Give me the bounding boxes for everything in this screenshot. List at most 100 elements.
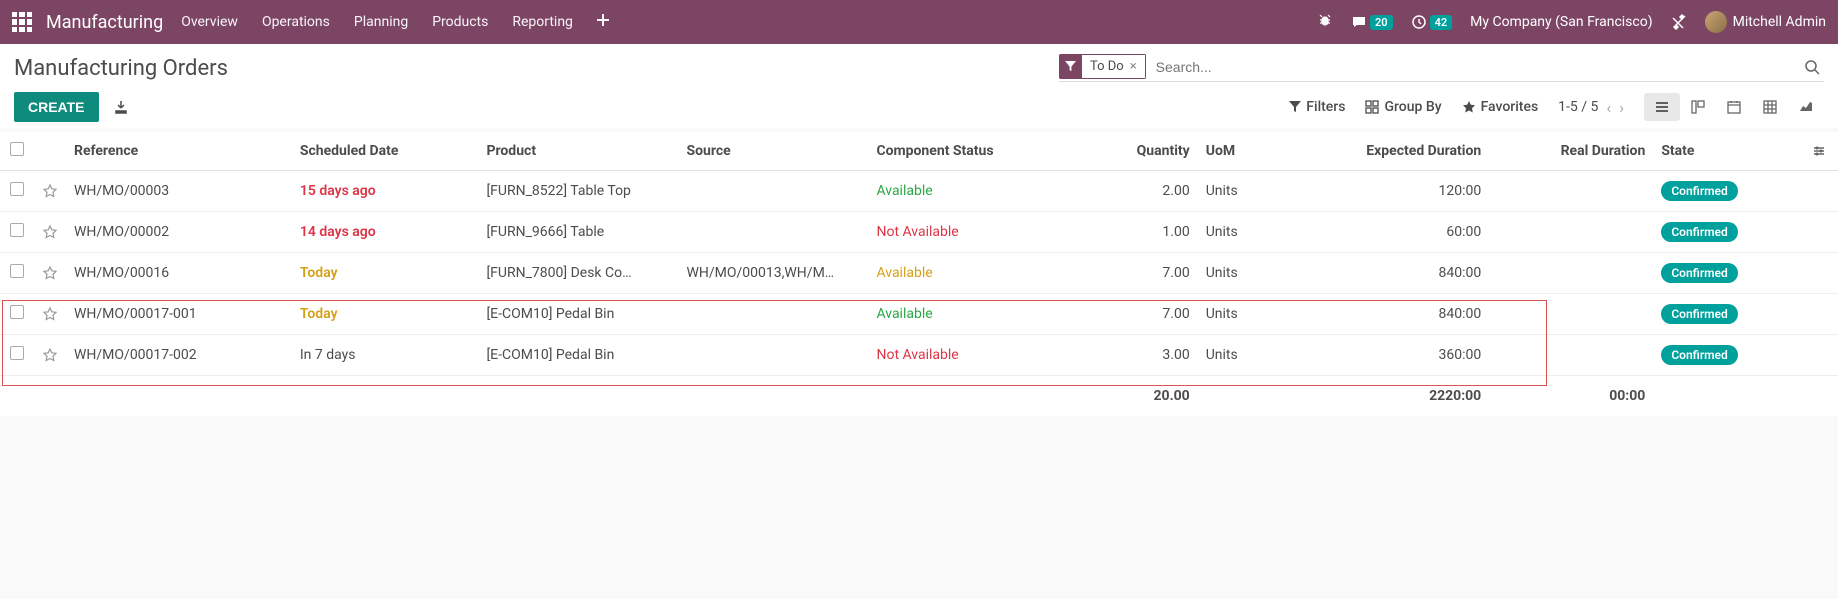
import-button[interactable] [113, 99, 129, 115]
cell-reference: WH/MO/00017-001 [66, 294, 292, 335]
activities-icon[interactable]: 42 [1411, 14, 1453, 30]
cell-qty: 2.00 [1085, 171, 1198, 212]
create-button[interactable]: CREATE [14, 92, 99, 122]
apps-menu-icon[interactable] [12, 12, 32, 32]
star-icon[interactable] [34, 335, 66, 376]
col-uom[interactable]: UoM [1198, 132, 1276, 171]
cell-expected: 360:00 [1276, 335, 1489, 376]
star-icon[interactable] [34, 253, 66, 294]
nav-menu-planning[interactable]: Planning [354, 14, 408, 30]
cell-uom: Units [1198, 171, 1276, 212]
cell-qty: 3.00 [1085, 335, 1198, 376]
page-title: Manufacturing Orders [14, 56, 228, 81]
col-state[interactable]: State [1653, 132, 1804, 171]
messages-icon[interactable]: 20 [1351, 14, 1393, 30]
pager-prev[interactable]: ‹ [1606, 98, 1611, 117]
list-view: Reference Scheduled Date Product Source … [0, 132, 1838, 416]
messages-badge: 20 [1370, 15, 1393, 30]
pager-range: 1-5 [1558, 99, 1578, 115]
table-row[interactable]: WH/MO/00002 14 days ago [FURN_9666] Tabl… [0, 212, 1838, 253]
nav-menu-overview[interactable]: Overview [181, 14, 238, 30]
row-checkbox[interactable] [10, 346, 24, 360]
star-icon[interactable] [34, 171, 66, 212]
col-quantity[interactable]: Quantity [1085, 132, 1198, 171]
view-switcher [1644, 93, 1824, 121]
table-row[interactable]: WH/MO/00017-002 In 7 days [E-COM10] Peda… [0, 335, 1838, 376]
cell-product: [FURN_8522] Table Top [478, 171, 678, 212]
view-graph-icon[interactable] [1788, 93, 1824, 121]
col-expected[interactable]: Expected Duration [1276, 132, 1489, 171]
cell-uom: Units [1198, 212, 1276, 253]
col-real[interactable]: Real Duration [1489, 132, 1653, 171]
total-real: 00:00 [1489, 376, 1653, 417]
nav-menu-add[interactable] [597, 14, 609, 30]
col-reference[interactable]: Reference [66, 132, 292, 171]
cell-source: WH/MO/00013,WH/M… [678, 253, 868, 294]
row-checkbox[interactable] [10, 223, 24, 237]
filter-icon [1059, 57, 1082, 76]
cell-product: [E-COM10] Pedal Bin [478, 335, 678, 376]
row-checkbox[interactable] [10, 182, 24, 196]
search-bar[interactable]: To Do × [1059, 54, 1824, 82]
view-calendar-icon[interactable] [1716, 93, 1752, 121]
cell-component-status: Available [868, 171, 1085, 212]
cell-real [1489, 335, 1653, 376]
cell-real [1489, 212, 1653, 253]
cell-product: [E-COM10] Pedal Bin [478, 294, 678, 335]
cell-scheduled: Today [292, 294, 479, 335]
row-checkbox[interactable] [10, 264, 24, 278]
control-panel: Manufacturing Orders To Do × CREATE [0, 44, 1838, 128]
col-product[interactable]: Product [478, 132, 678, 171]
star-icon[interactable] [34, 212, 66, 253]
cell-expected: 840:00 [1276, 253, 1489, 294]
cell-component-status: Available [868, 294, 1085, 335]
cell-qty: 1.00 [1085, 212, 1198, 253]
adjust-columns-icon[interactable] [1804, 132, 1838, 171]
cell-uom: Units [1198, 335, 1276, 376]
nav-menu-products[interactable]: Products [432, 14, 488, 30]
col-component-status[interactable]: Component Status [868, 132, 1085, 171]
filters-button[interactable]: Filters [1289, 99, 1345, 115]
pager-next[interactable]: › [1619, 98, 1624, 117]
col-source[interactable]: Source [678, 132, 868, 171]
app-brand[interactable]: Manufacturing [46, 12, 163, 33]
table-row[interactable]: WH/MO/00017-001 Today [E-COM10] Pedal Bi… [0, 294, 1838, 335]
cell-state: Confirmed [1653, 253, 1804, 294]
groupby-label: Group By [1384, 99, 1441, 115]
cell-state: Confirmed [1653, 294, 1804, 335]
groupby-button[interactable]: Group By [1365, 99, 1441, 115]
pager: 1-5 / 5 ‹ › [1558, 98, 1624, 117]
cell-state: Confirmed [1653, 171, 1804, 212]
select-all-checkbox[interactable] [10, 142, 24, 156]
cell-product: [FURN_7800] Desk Co… [478, 253, 678, 294]
cell-state: Confirmed [1653, 335, 1804, 376]
search-input[interactable] [1152, 55, 1824, 79]
user-name: Mitchell Admin [1733, 14, 1826, 30]
cell-source [678, 171, 868, 212]
view-kanban-icon[interactable] [1680, 93, 1716, 121]
favorites-label: Favorites [1481, 99, 1539, 115]
cell-reference: WH/MO/00017-002 [66, 335, 292, 376]
cell-component-status: Not Available [868, 335, 1085, 376]
cell-scheduled: In 7 days [292, 335, 479, 376]
star-icon[interactable] [34, 294, 66, 335]
company-switcher[interactable]: My Company (San Francisco) [1470, 14, 1652, 30]
debug-icon[interactable] [1317, 14, 1333, 30]
nav-menu-operations[interactable]: Operations [262, 14, 330, 30]
row-checkbox[interactable] [10, 305, 24, 319]
nav-menu-reporting[interactable]: Reporting [512, 14, 573, 30]
settings-icon[interactable] [1671, 14, 1687, 30]
cell-scheduled: 15 days ago [292, 171, 479, 212]
table-row[interactable]: WH/MO/00003 15 days ago [FURN_8522] Tabl… [0, 171, 1838, 212]
view-pivot-icon[interactable] [1752, 93, 1788, 121]
view-list-icon[interactable] [1644, 93, 1680, 121]
search-icon[interactable] [1804, 59, 1820, 75]
user-menu[interactable]: Mitchell Admin [1705, 11, 1826, 33]
col-scheduled[interactable]: Scheduled Date [292, 132, 479, 171]
facet-remove[interactable]: × [1130, 59, 1137, 74]
table-row[interactable]: WH/MO/00016 Today [FURN_7800] Desk Co… W… [0, 253, 1838, 294]
cell-reference: WH/MO/00002 [66, 212, 292, 253]
favorites-button[interactable]: Favorites [1462, 99, 1539, 115]
cell-qty: 7.00 [1085, 253, 1198, 294]
avatar [1705, 11, 1727, 33]
